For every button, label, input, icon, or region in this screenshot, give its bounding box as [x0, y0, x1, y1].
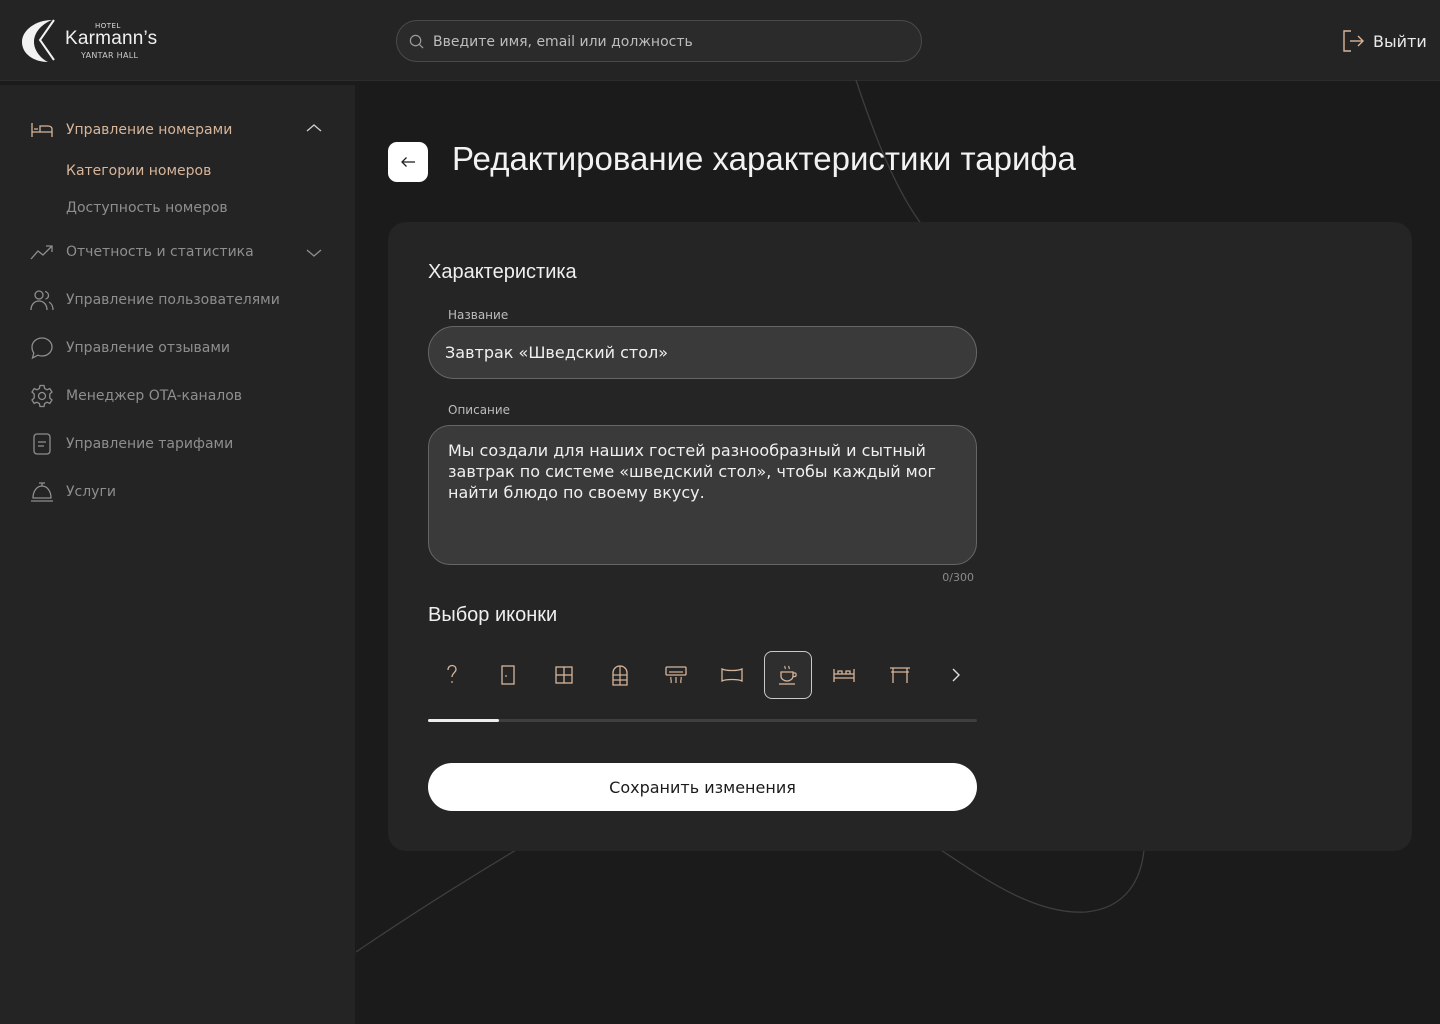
save-changes-button[interactable]: Сохранить изменения: [428, 763, 977, 811]
sidebar-item-users[interactable]: Управление пользователями: [30, 285, 280, 315]
chat-bubble-icon: [30, 336, 54, 360]
logout-button[interactable]: Выйти: [1342, 29, 1427, 53]
sidebar-item-label: Управление тарифами: [66, 436, 234, 452]
icon-section-title: Выбор иконки: [428, 604, 558, 626]
bed-icon: [30, 118, 54, 142]
trend-up-icon: [30, 240, 54, 264]
door-icon: [501, 665, 515, 685]
sidebar-item-rooms[interactable]: Управление номерами: [30, 115, 232, 145]
icon-picker-scrollbar[interactable]: [428, 719, 977, 722]
sidebar: Управление номерами Категории номеров До…: [0, 85, 355, 1024]
gear-icon: [30, 384, 54, 408]
sidebar-item-tariffs[interactable]: Управление тарифами: [30, 429, 233, 459]
air-conditioner-icon: [665, 666, 687, 684]
hotel-logo[interactable]: HOTEL Karmann’s YANTAR HALL: [18, 16, 168, 66]
service-bell-icon: [30, 480, 54, 504]
sidebar-item-label: Менеджер OTA-каналов: [66, 388, 243, 404]
description-field[interactable]: Мы создали для наших гостей разнообразны…: [428, 425, 977, 565]
description-field-label: Описание: [448, 403, 511, 417]
bed-icon: [833, 669, 855, 682]
chevron-right-icon: [952, 668, 960, 682]
sidebar-item-label: Услуги: [66, 484, 116, 500]
sidebar-item-reviews[interactable]: Управление отзывами: [30, 333, 230, 363]
sidebar-item-label: Управление номерами: [66, 122, 233, 138]
icon-option-arched-window[interactable]: [596, 651, 644, 699]
window-icon: [555, 666, 573, 684]
arrow-left-icon: [401, 157, 415, 167]
logout-icon: [1343, 30, 1364, 52]
sidebar-item-services[interactable]: Услуги: [30, 477, 116, 507]
rug-icon: [721, 667, 743, 683]
icon-picker-scrollbar-thumb[interactable]: [428, 719, 500, 722]
sidebar-item-label: Отчетность и статистика: [66, 244, 254, 260]
logo-name: Karmann’s: [65, 28, 158, 49]
top-bar: HOTEL Karmann’s YANTAR HALL Выйти: [0, 0, 1440, 81]
icon-option-air-conditioner[interactable]: [652, 651, 700, 699]
back-button[interactable]: [388, 142, 428, 182]
icon-option-window[interactable]: [540, 651, 588, 699]
logout-label: Выйти: [1373, 31, 1427, 51]
sidebar-item-reports[interactable]: Отчетность и статистика: [30, 237, 254, 267]
search-icon: [409, 34, 424, 49]
search-box[interactable]: [396, 20, 922, 63]
page-title: Редактирование характеристики тарифа: [452, 140, 1076, 177]
sidebar-subitem-room-categories[interactable]: Категории номеров: [66, 163, 211, 179]
sidebar-item-ota-manager[interactable]: Менеджер OTA-каналов: [30, 381, 242, 411]
logo-subtitle: YANTAR HALL: [81, 51, 139, 60]
document-icon: [30, 432, 54, 456]
character-counter: 0/300: [942, 571, 974, 584]
chevron-down-icon[interactable]: [306, 248, 322, 258]
sidebar-item-label: Управление отзывами: [66, 340, 230, 356]
name-field-label: Название: [448, 308, 509, 322]
logo-emblem-icon: [22, 19, 55, 62]
icon-option-table[interactable]: [876, 651, 924, 699]
coffee-cup-icon: [779, 665, 797, 685]
form-card: Характеристика Название Описание Мы созд…: [388, 222, 1412, 851]
sidebar-item-label: Управление пользователями: [66, 292, 280, 308]
icon-option-bed[interactable]: [820, 651, 868, 699]
icon-option-rug[interactable]: [708, 651, 756, 699]
arched-window-icon: [612, 665, 628, 686]
icon-picker-next-button[interactable]: [932, 651, 980, 699]
name-field[interactable]: [428, 326, 977, 379]
chevron-up-icon[interactable]: [306, 123, 322, 133]
icon-option-question[interactable]: [428, 651, 476, 699]
characteristic-section-title: Характеристика: [428, 261, 577, 283]
question-icon: [447, 664, 457, 683]
icon-option-coffee-cup[interactable]: [764, 651, 812, 699]
sidebar-subitem-room-availability[interactable]: Доступность номеров: [66, 200, 228, 216]
users-icon: [30, 288, 54, 312]
search-input[interactable]: [431, 21, 905, 63]
icon-option-door[interactable]: [484, 651, 532, 699]
table-icon: [890, 667, 910, 683]
